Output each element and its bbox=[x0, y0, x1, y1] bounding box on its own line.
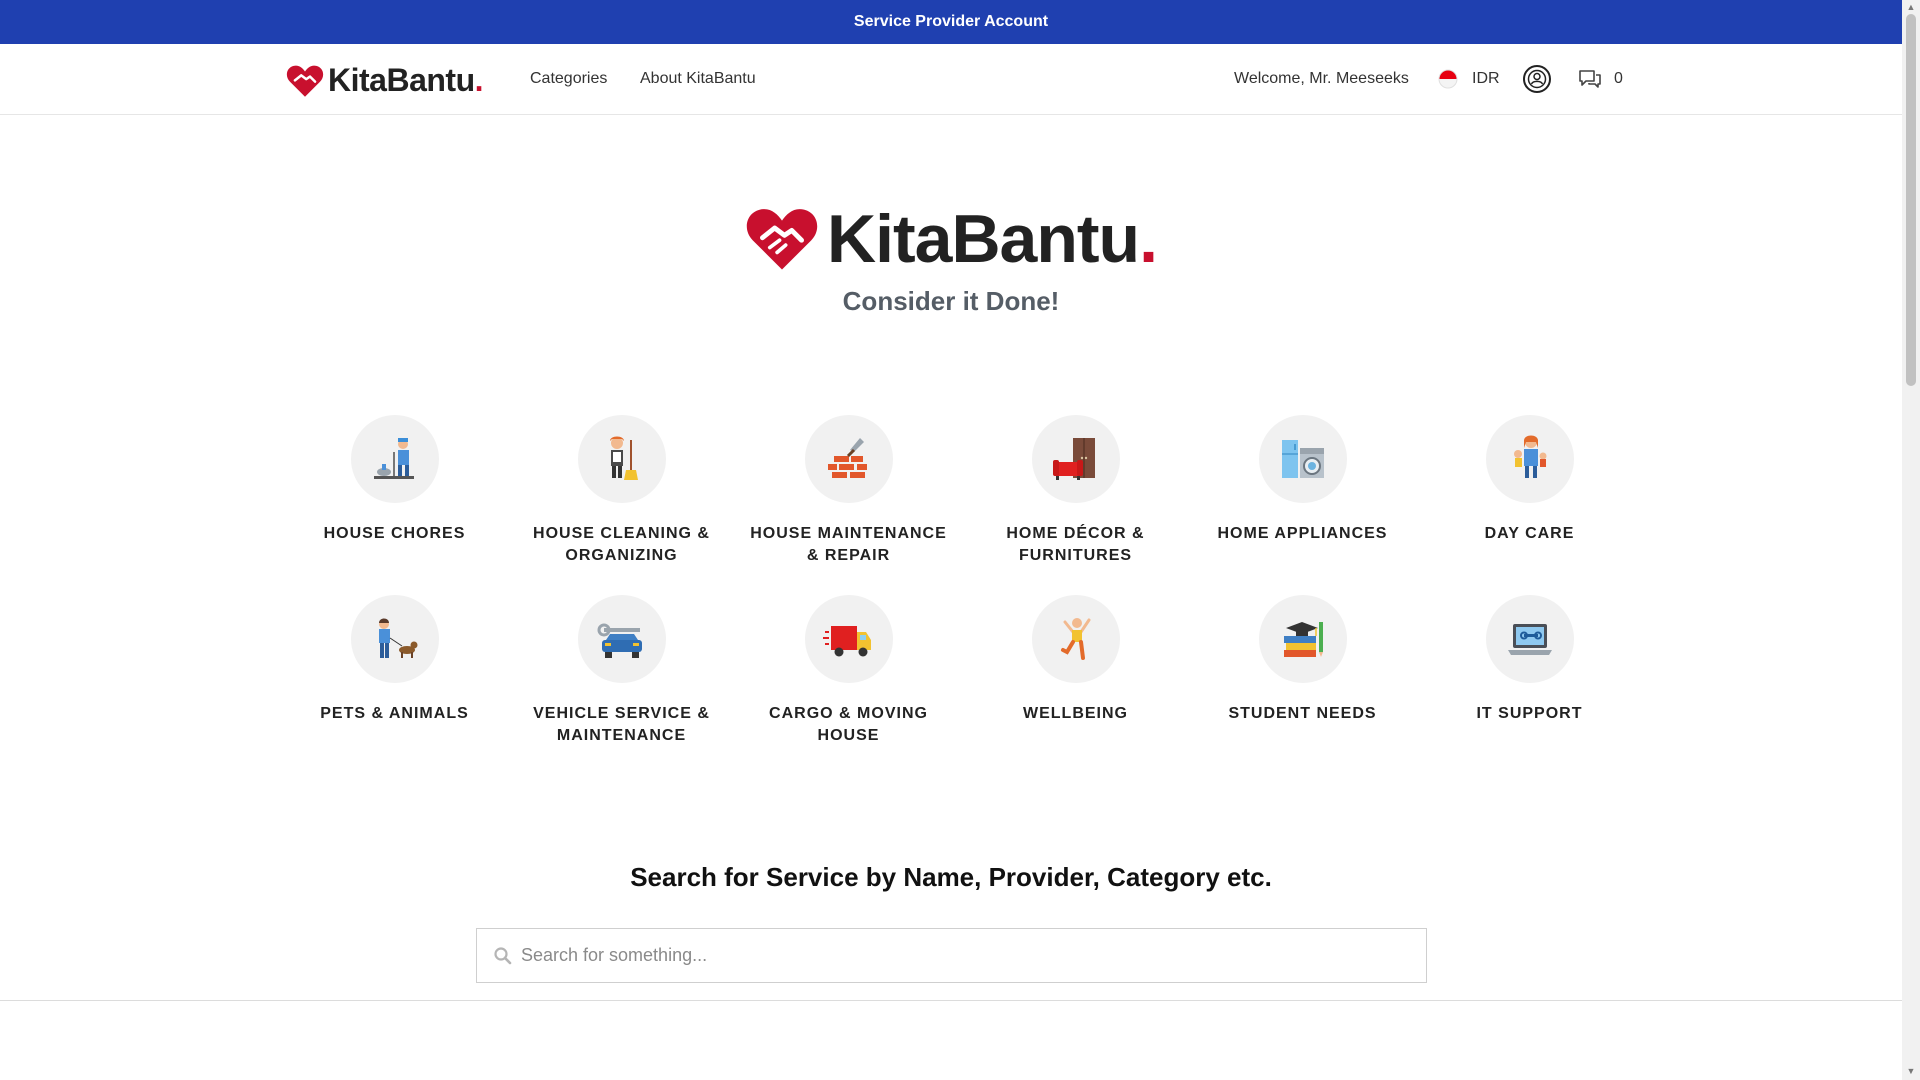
category-icon-circle bbox=[804, 595, 893, 683]
house-chores-icon bbox=[373, 438, 414, 479]
furniture-icon bbox=[1052, 438, 1095, 480]
page-scrollbar[interactable]: ▲ ▼ bbox=[1902, 0, 1920, 1080]
category-student-needs[interactable]: STUDENT NEEDS bbox=[1189, 595, 1416, 749]
scroll-down-arrow-icon[interactable]: ▼ bbox=[1906, 1066, 1916, 1076]
category-label: HOUSE CHORES bbox=[323, 525, 466, 542]
books-icon bbox=[1283, 622, 1323, 657]
category-icon-circle bbox=[1031, 595, 1120, 683]
messages-button[interactable]: 0 bbox=[1578, 62, 1623, 96]
service-provider-label[interactable]: Service Provider Account bbox=[854, 13, 1048, 31]
daycare-icon bbox=[1513, 435, 1546, 478]
chat-icon bbox=[1579, 70, 1601, 88]
category-icon-circle bbox=[1031, 415, 1120, 503]
navbar: KitaBantu. Categories About KitaBantu We… bbox=[0, 44, 1902, 115]
account-button[interactable] bbox=[1522, 62, 1552, 96]
pet-icon bbox=[378, 618, 417, 658]
category-label: HOME APPLIANCES bbox=[1217, 525, 1388, 542]
category-label: IT SUPPORT bbox=[1476, 705, 1583, 722]
hero-brand: KitaBantu. bbox=[826, 201, 1158, 277]
heart-handshake-icon bbox=[746, 209, 818, 270]
welcome-text[interactable]: Welcome, Mr. Meeseeks bbox=[1234, 62, 1409, 96]
nav-brand: KitaBantu. bbox=[328, 62, 484, 98]
category-label: VEHICLE SERVICE & MAINTENANCE bbox=[533, 705, 710, 744]
category-vehicle-service[interactable]: VEHICLE SERVICE & MAINTENANCE bbox=[508, 595, 735, 749]
car-wrench-icon bbox=[597, 623, 642, 658]
user-account-icon bbox=[1523, 65, 1551, 93]
nav-logo[interactable]: KitaBantu. bbox=[286, 62, 484, 99]
scrollbar-thumb[interactable] bbox=[1906, 14, 1916, 386]
category-house-cleaning[interactable]: HOUSE CLEANING & ORGANIZING bbox=[508, 415, 735, 569]
category-label: HOUSE MAINTENANCE & REPAIR bbox=[750, 525, 947, 564]
category-label: DAY CARE bbox=[1484, 525, 1575, 542]
category-it-support[interactable]: IT SUPPORT bbox=[1416, 595, 1643, 749]
search-box[interactable] bbox=[476, 928, 1427, 983]
appliances-icon bbox=[1281, 440, 1324, 478]
category-home-appliances[interactable]: HOME APPLIANCES bbox=[1189, 415, 1416, 569]
category-label: PETS & ANIMALS bbox=[320, 705, 469, 722]
category-icon-circle bbox=[1485, 595, 1574, 683]
section-divider bbox=[0, 1000, 1902, 1001]
category-icon-circle bbox=[350, 595, 439, 683]
nav-link-categories[interactable]: Categories bbox=[530, 70, 607, 88]
category-label: HOUSE CLEANING & ORGANIZING bbox=[533, 525, 710, 564]
nav-link-about[interactable]: About KitaBantu bbox=[640, 70, 756, 88]
category-icon-circle bbox=[1258, 595, 1347, 683]
category-wellbeing[interactable]: WELLBEING bbox=[962, 595, 1189, 749]
category-icon-circle bbox=[577, 415, 666, 503]
search-input[interactable] bbox=[513, 929, 1426, 982]
category-house-maintenance[interactable]: HOUSE MAINTENANCE & REPAIR bbox=[735, 415, 962, 569]
category-icon-circle bbox=[1258, 415, 1347, 503]
wellbeing-icon bbox=[1060, 618, 1090, 660]
search-icon bbox=[494, 946, 512, 964]
laptop-icon bbox=[1507, 624, 1552, 655]
truck-icon bbox=[822, 626, 871, 657]
search-title: Search for Service by Name, Provider, Ca… bbox=[630, 862, 1272, 892]
currency-selector[interactable]: IDR bbox=[1438, 62, 1500, 96]
category-home-decor[interactable]: HOME DÉCOR & FURNITURES bbox=[962, 415, 1189, 569]
message-count: 0 bbox=[1614, 70, 1623, 87]
category-icon-circle bbox=[350, 415, 439, 503]
category-label: HOME DÉCOR & FURNITURES bbox=[1006, 525, 1145, 564]
bricks-icon bbox=[827, 438, 867, 478]
category-label: STUDENT NEEDS bbox=[1228, 705, 1377, 722]
category-label: CARGO & MOVING HOUSE bbox=[769, 705, 928, 744]
category-icon-circle bbox=[804, 415, 893, 503]
category-house-chores[interactable]: HOUSE CHORES bbox=[281, 415, 508, 569]
category-icon-circle bbox=[577, 595, 666, 683]
category-pets-animals[interactable]: PETS & ANIMALS bbox=[281, 595, 508, 749]
hero: KitaBantu. Consider it Done! bbox=[0, 200, 1902, 317]
scroll-up-arrow-icon[interactable]: ▲ bbox=[1906, 2, 1916, 12]
welcome-label: Welcome, Mr. Meeseeks bbox=[1234, 70, 1409, 87]
service-provider-banner[interactable]: Service Provider Account bbox=[0, 0, 1902, 44]
category-grid: HOUSE CHORES HOUSE CLEANING & ORGANIZING bbox=[281, 415, 1641, 749]
cleaning-icon bbox=[609, 436, 638, 480]
category-label: WELLBEING bbox=[1023, 705, 1128, 722]
hero-logo: KitaBantu. bbox=[745, 200, 1158, 278]
currency-label: IDR bbox=[1472, 70, 1500, 87]
tagline: Consider it Done! bbox=[842, 286, 1060, 316]
heart-handshake-icon bbox=[286, 65, 324, 97]
category-icon-circle bbox=[1485, 415, 1574, 503]
category-cargo-moving[interactable]: CARGO & MOVING HOUSE bbox=[735, 595, 962, 749]
indonesia-flag-icon bbox=[1438, 69, 1458, 89]
category-day-care[interactable]: DAY CARE bbox=[1416, 415, 1643, 569]
